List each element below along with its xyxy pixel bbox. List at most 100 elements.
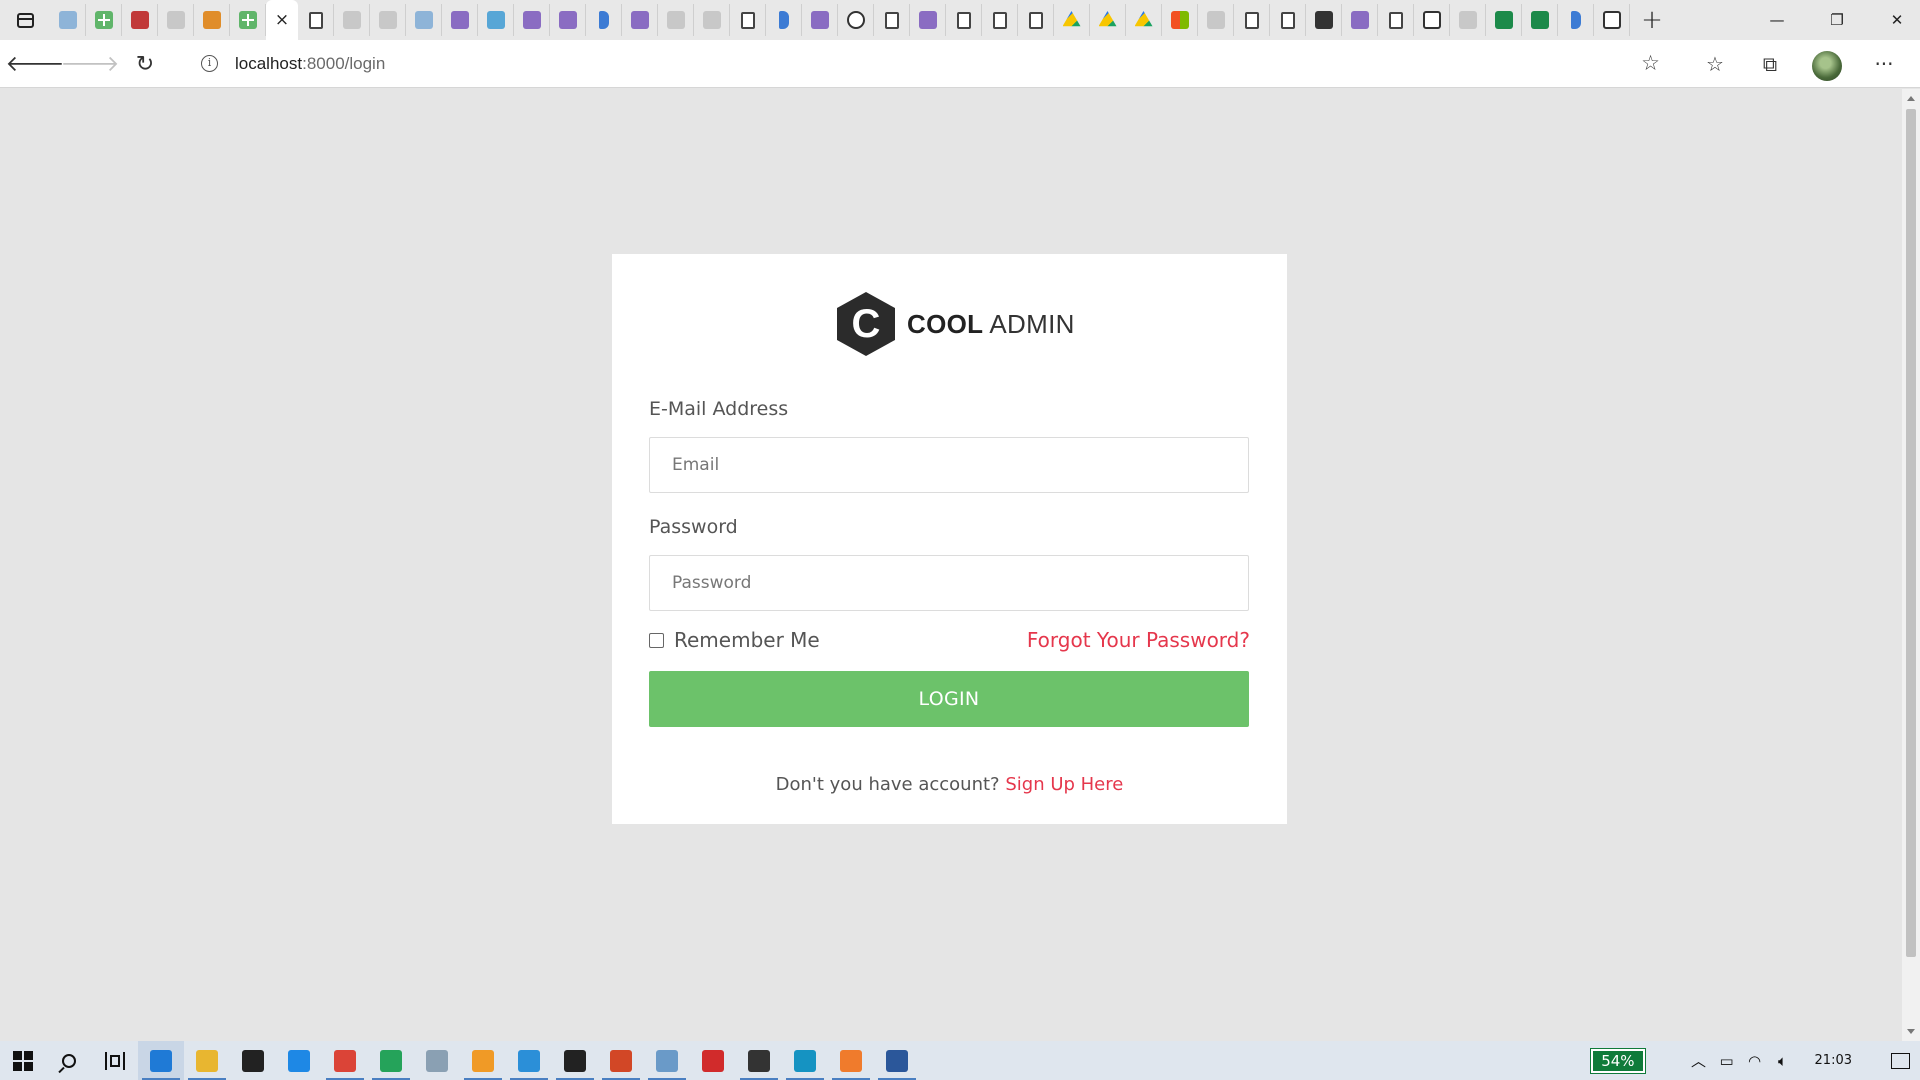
tab[interactable] bbox=[158, 4, 194, 36]
tab[interactable] bbox=[514, 4, 550, 36]
signup-link[interactable]: Sign Up Here bbox=[1005, 774, 1123, 795]
address-bar[interactable]: i localhost:8000/login ☆ bbox=[180, 45, 1682, 81]
powerpoint-app-button[interactable] bbox=[598, 1041, 644, 1080]
remember-me-checkbox[interactable] bbox=[649, 632, 664, 648]
tab[interactable] bbox=[1486, 4, 1522, 36]
notifications-button[interactable] bbox=[1880, 1041, 1920, 1080]
tab[interactable] bbox=[442, 4, 478, 36]
remember-me-label[interactable]: Remember Me bbox=[674, 628, 820, 652]
tab[interactable] bbox=[1270, 4, 1306, 36]
tab[interactable] bbox=[910, 4, 946, 36]
tab[interactable] bbox=[586, 4, 622, 36]
mail-app-button[interactable] bbox=[230, 1041, 276, 1080]
task-view-button[interactable] bbox=[92, 1041, 138, 1080]
arduino-app-button[interactable] bbox=[782, 1041, 828, 1080]
sublime-app-icon bbox=[472, 1049, 494, 1072]
tab-favicon-icon bbox=[378, 11, 397, 29]
tab[interactable] bbox=[122, 4, 158, 36]
search-button[interactable] bbox=[46, 1041, 92, 1080]
tab[interactable] bbox=[86, 4, 122, 36]
password-field[interactable] bbox=[649, 555, 1249, 611]
scroll-up-icon[interactable] bbox=[1907, 96, 1915, 101]
tab[interactable] bbox=[1522, 4, 1558, 36]
tab[interactable] bbox=[874, 4, 910, 36]
tab[interactable] bbox=[1414, 4, 1450, 36]
tab[interactable] bbox=[1018, 4, 1054, 36]
chrome-app-button[interactable] bbox=[322, 1041, 368, 1080]
tab[interactable] bbox=[730, 4, 766, 36]
start-button[interactable] bbox=[0, 1041, 46, 1080]
tab[interactable] bbox=[1198, 4, 1234, 36]
tab[interactable] bbox=[230, 4, 266, 36]
acrobat-app-button[interactable] bbox=[690, 1041, 736, 1080]
site-info-icon[interactable]: i bbox=[201, 55, 218, 72]
tab[interactable] bbox=[838, 4, 874, 36]
tab[interactable] bbox=[334, 4, 370, 36]
new-tab-button[interactable]: + bbox=[1630, 0, 1674, 40]
tab-active[interactable]: × bbox=[266, 0, 298, 40]
tab[interactable] bbox=[478, 4, 514, 36]
terminal-app-button[interactable] bbox=[552, 1041, 598, 1080]
l-app-button[interactable] bbox=[276, 1041, 322, 1080]
tool-app-button[interactable] bbox=[644, 1041, 690, 1080]
tab[interactable] bbox=[298, 4, 334, 36]
tab[interactable] bbox=[1054, 4, 1090, 36]
vertical-scrollbar[interactable] bbox=[1902, 89, 1920, 1041]
volume-icon[interactable]: 🔈︎ bbox=[1769, 1052, 1797, 1070]
tab[interactable] bbox=[1234, 4, 1270, 36]
scroll-thumb[interactable] bbox=[1906, 109, 1916, 957]
profile-avatar[interactable] bbox=[1812, 51, 1842, 81]
favorites-icon[interactable]: ☆ bbox=[1700, 49, 1730, 79]
battery-icon[interactable]: ▭ bbox=[1713, 1052, 1741, 1070]
wifi-icon[interactable]: ◠ bbox=[1741, 1052, 1769, 1070]
photos-app-button[interactable] bbox=[414, 1041, 460, 1080]
tab[interactable] bbox=[194, 4, 230, 36]
tab[interactable] bbox=[622, 4, 658, 36]
tab[interactable] bbox=[50, 4, 86, 36]
tab[interactable] bbox=[802, 4, 838, 36]
tab[interactable] bbox=[1594, 4, 1630, 36]
tab[interactable] bbox=[1090, 4, 1126, 36]
file-explorer-app-button[interactable] bbox=[184, 1041, 230, 1080]
show-hidden-icons-icon[interactable]: ︿ bbox=[1685, 1050, 1713, 1071]
login-button[interactable]: LOGIN bbox=[649, 671, 1249, 727]
forgot-password-link[interactable]: Forgot Your Password? bbox=[1027, 628, 1250, 652]
whatsapp-app-button[interactable] bbox=[368, 1041, 414, 1080]
word-app-button[interactable] bbox=[874, 1041, 920, 1080]
tab[interactable] bbox=[1306, 4, 1342, 36]
add-favorite-icon[interactable]: ☆ bbox=[1641, 51, 1660, 75]
tab[interactable] bbox=[982, 4, 1018, 36]
close-window-button[interactable]: ✕ bbox=[1874, 0, 1920, 40]
tab-actions-button[interactable] bbox=[0, 0, 50, 40]
url-text[interactable]: localhost:8000/login bbox=[235, 54, 385, 74]
tab[interactable] bbox=[1162, 4, 1198, 36]
tab[interactable] bbox=[550, 4, 586, 36]
scroll-down-icon[interactable] bbox=[1907, 1029, 1915, 1034]
refresh-button[interactable]: ↻ bbox=[130, 49, 160, 79]
tab[interactable] bbox=[1342, 4, 1378, 36]
minimize-button[interactable]: — bbox=[1754, 0, 1800, 40]
edge-app-button[interactable] bbox=[138, 1041, 184, 1080]
tab[interactable] bbox=[1126, 4, 1162, 36]
tab[interactable] bbox=[1558, 4, 1594, 36]
tab[interactable] bbox=[406, 4, 442, 36]
email-field[interactable] bbox=[649, 437, 1249, 493]
tab[interactable] bbox=[1450, 4, 1486, 36]
tab[interactable] bbox=[694, 4, 730, 36]
tab[interactable] bbox=[1378, 4, 1414, 36]
collections-icon[interactable]: ⧉ bbox=[1755, 49, 1785, 79]
vscode-app-button[interactable] bbox=[506, 1041, 552, 1080]
back-button[interactable]: 🡐 bbox=[6, 49, 65, 79]
tab[interactable] bbox=[766, 4, 802, 36]
xampp-app-button[interactable] bbox=[828, 1041, 874, 1080]
forward-button[interactable]: 🡒 bbox=[61, 49, 120, 79]
tab[interactable] bbox=[946, 4, 982, 36]
clock[interactable]: 21:03 bbox=[1815, 1053, 1852, 1068]
close-tab-icon[interactable]: × bbox=[275, 11, 289, 29]
more-options-icon[interactable]: ··· bbox=[1869, 49, 1899, 79]
tab[interactable] bbox=[658, 4, 694, 36]
tab[interactable] bbox=[370, 4, 406, 36]
sublime-app-button[interactable] bbox=[460, 1041, 506, 1080]
restore-button[interactable]: ❐ bbox=[1814, 0, 1860, 40]
image-viewer-app-button[interactable] bbox=[736, 1041, 782, 1080]
